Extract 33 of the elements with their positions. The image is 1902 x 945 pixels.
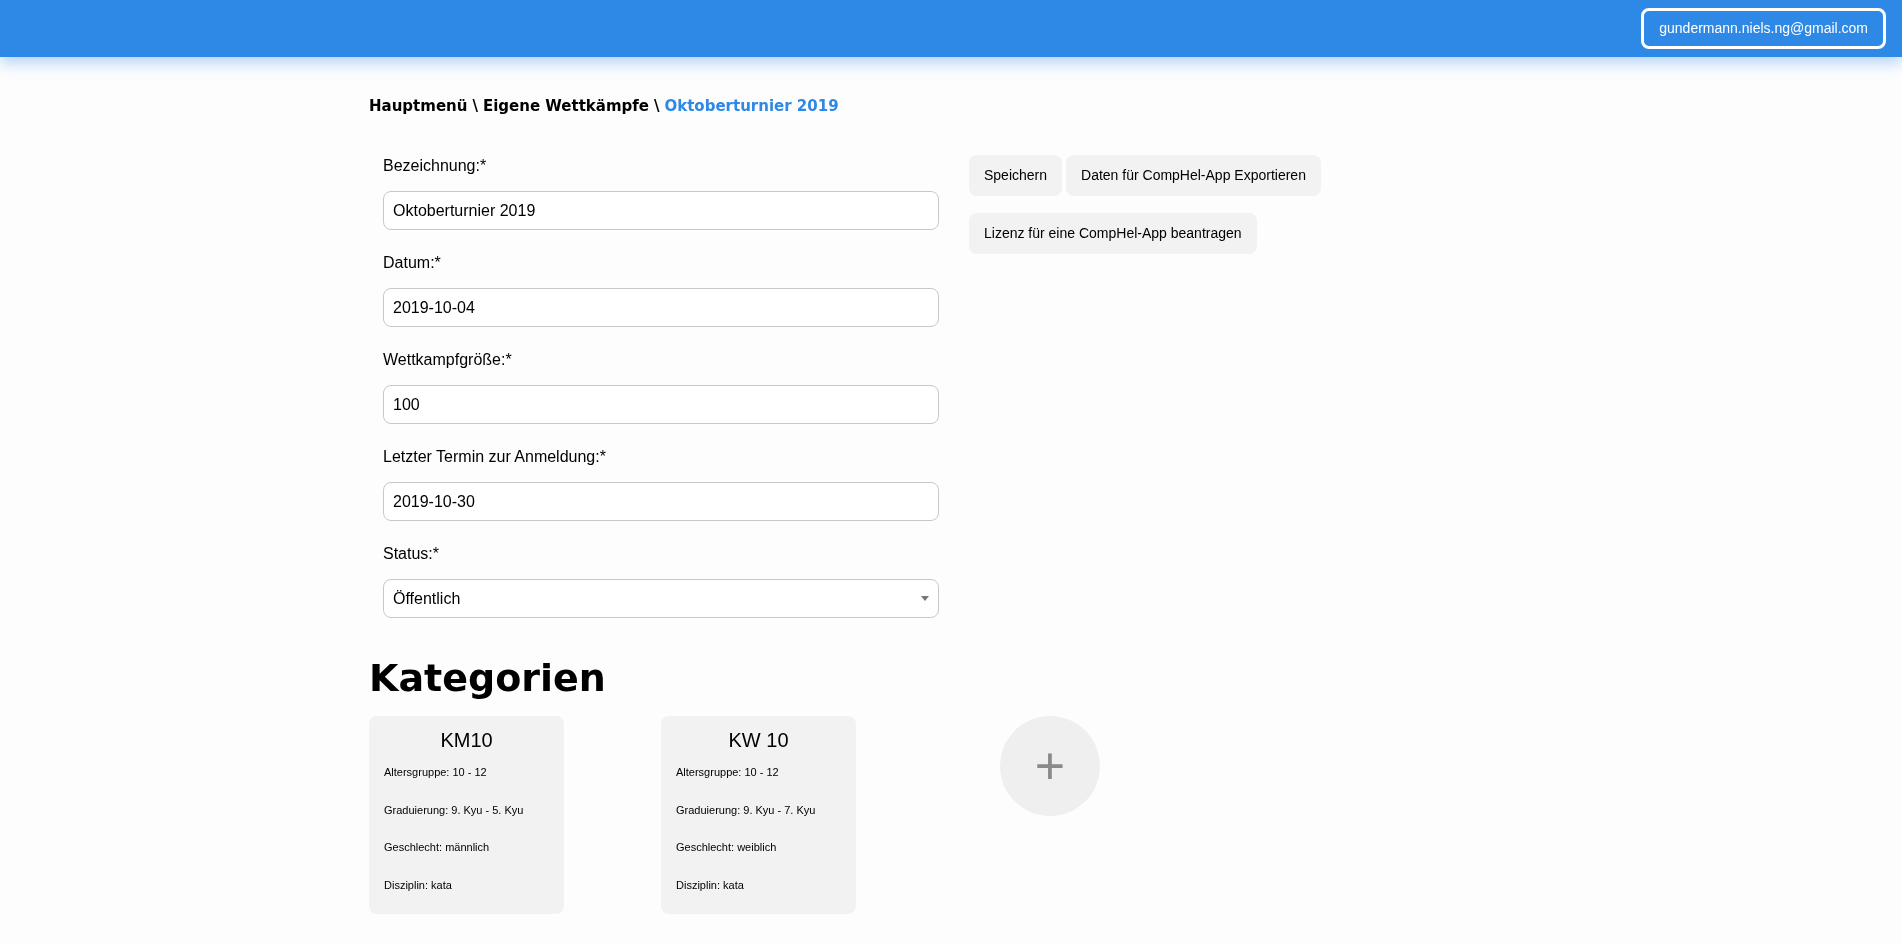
category-title: KM10 [440, 728, 493, 752]
category-detail: Geschlecht: männlich [384, 840, 490, 855]
field-label: Letzter Termin zur Anmeldung:* [383, 447, 607, 467]
breadcrumb-link[interactable]: Hauptmenü [369, 94, 468, 118]
breadcrumb-link[interactable]: Eigene Wettkämpfe [482, 94, 649, 118]
input-field[interactable]: 100 [383, 385, 939, 424]
field-label: Bezeichnung:* [383, 156, 488, 176]
category-detail: Geschlecht: weiblich [676, 840, 777, 855]
field-label: Wettkampfgröße:* [383, 350, 513, 370]
category-detail: Graduierung: 9. Kyu - 5. Kyu [384, 802, 524, 818]
breadcrumb-current[interactable]: Oktoberturnier 2019 [664, 94, 839, 118]
section-heading: Kategorien [369, 655, 607, 702]
field-label: Datum:* [383, 253, 442, 273]
category-detail: Disziplin: kata [676, 877, 744, 893]
action-button[interactable]: Speichern [969, 155, 1063, 196]
dropdown-caret-icon [921, 596, 929, 601]
category-detail: Altersgruppe: 10 - 12 [676, 765, 779, 780]
field-label: Status:* [383, 544, 441, 564]
action-button[interactable]: Lizenz für eine CompHel-App beantragen [969, 213, 1257, 254]
action-button[interactable]: Daten für CompHel-App Exportieren [1066, 155, 1321, 196]
breadcrumb-separator: \ [654, 95, 660, 117]
category-detail: Graduierung: 9. Kyu - 7. Kyu [676, 802, 816, 818]
input-field[interactable]: Oktoberturnier 2019 [383, 191, 939, 230]
category-title: KW 10 [728, 728, 789, 752]
category-detail: Altersgruppe: 10 - 12 [384, 765, 487, 780]
category-card[interactable]: KW 10 Altersgruppe: 10 - 12 Graduierung: 9. Kyu - 7. Kyu Geschlecht: weiblich Disziplin: kata [661, 716, 856, 914]
user-account-button[interactable]: gundermann.niels.ng@gmail.com [1641, 8, 1886, 49]
breadcrumb-separator: \ [472, 95, 478, 117]
input-field[interactable]: 2019-10-04 [383, 288, 939, 327]
category-card[interactable]: KM10 Altersgruppe: 10 - 12 Graduierung: 9. Kyu - 5. Kyu Geschlecht: männlich Disziplin: kata [369, 716, 564, 914]
status-dropdown[interactable]: Öffentlich [383, 579, 939, 618]
category-detail: Disziplin: kata [384, 877, 452, 893]
input-field[interactable]: 2019-10-30 [383, 482, 939, 521]
